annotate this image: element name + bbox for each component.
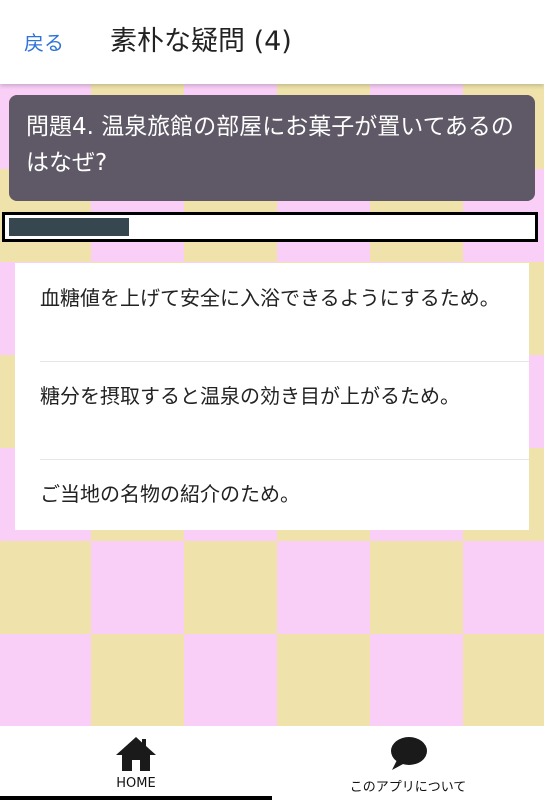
checker-tile	[184, 634, 277, 726]
answer-option-1[interactable]: 血糖値を上げて安全に入浴できるようにするため。	[15, 283, 529, 314]
home-icon	[116, 737, 156, 771]
checker-tile	[277, 541, 370, 634]
checker-tile	[370, 634, 463, 726]
checker-tile	[0, 634, 91, 726]
checker-tile	[463, 541, 544, 634]
nav-item-home[interactable]: HOME	[0, 726, 272, 800]
answer-divider	[40, 459, 529, 460]
bottom-navigation: HOME このアプリについて	[0, 726, 544, 800]
question-card: 問題4. 温泉旅館の部屋にお菓子が置いてあるのはなぜ?	[9, 95, 535, 201]
nav-active-indicator	[0, 796, 272, 800]
page-title: 素朴な疑問 (4)	[110, 26, 292, 57]
back-button[interactable]: 戻る	[24, 29, 64, 57]
nav-label-about: このアプリについて	[349, 780, 467, 795]
chat-bubble-icon	[391, 737, 427, 770]
question-text: 問題4. 温泉旅館の部屋にお菓子が置いてあるのはなぜ?	[26, 114, 514, 176]
checker-tile	[91, 541, 184, 634]
answer-option-2[interactable]: 糖分を摂取すると温泉の効き目が上がるため。	[15, 381, 529, 412]
answer-divider	[40, 361, 529, 362]
progress-bar-fill	[9, 218, 129, 236]
nav-item-about[interactable]: このアプリについて	[272, 726, 544, 800]
answer-option-3[interactable]: ご当地の名物の紹介のため。	[15, 479, 529, 510]
progress-bar	[2, 212, 538, 242]
app-header: 戻る 素朴な疑問 (4)	[0, 0, 544, 84]
answer-list: 血糖値を上げて安全に入浴できるようにするため。 糖分を摂取すると温泉の効き目が上…	[15, 263, 529, 530]
nav-label-home: HOME	[116, 776, 156, 791]
